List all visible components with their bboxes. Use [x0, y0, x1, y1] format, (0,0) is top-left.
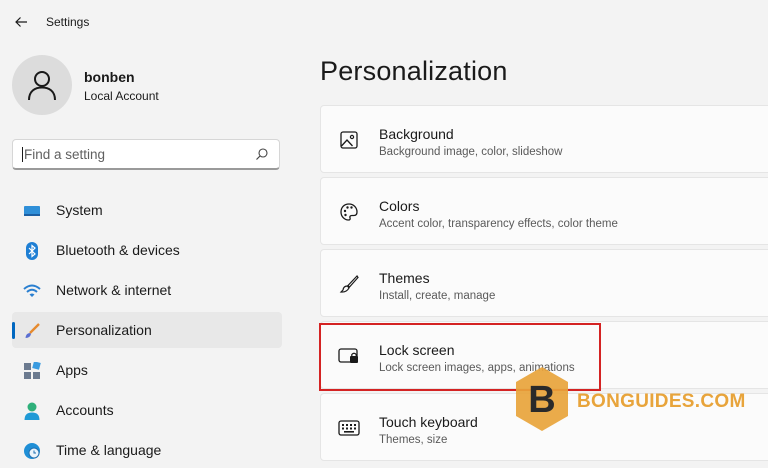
back-button[interactable]: [10, 11, 32, 33]
sidebar-item-label: Network & internet: [56, 282, 172, 298]
sidebar-item-network[interactable]: Network & internet: [12, 272, 282, 308]
watermark-text: BONGUIDES.COM: [577, 391, 746, 412]
sidebar-item-label: Personalization: [56, 322, 152, 338]
paintbrush-icon: [338, 273, 360, 295]
card-title: Touch keyboard: [379, 414, 478, 430]
keyboard-icon: [338, 417, 360, 439]
watermark-letter: B: [528, 379, 555, 421]
picture-icon: [338, 129, 360, 151]
card-subtitle: Install, create, manage: [379, 290, 496, 302]
sidebar-item-system[interactable]: System: [12, 192, 282, 228]
accounts-icon: [23, 402, 41, 420]
user-icon: [28, 71, 56, 101]
card-subtitle: Background image, color, slideshow: [379, 146, 563, 158]
wifi-icon: [23, 282, 41, 300]
page-title: Personalization: [320, 56, 508, 86]
account-type: Local Account: [84, 89, 159, 103]
watermark: B BONGUIDES.COM: [512, 365, 745, 435]
sidebar-item-label: System: [56, 202, 103, 218]
sidebar-item-personalization[interactable]: Personalization: [12, 312, 282, 348]
sidebar-item-label: Apps: [56, 362, 88, 378]
sidebar-item-apps[interactable]: Apps: [12, 352, 282, 388]
search-input[interactable]: [22, 146, 242, 162]
sidebar-item-accounts[interactable]: Accounts: [12, 392, 282, 428]
bluetooth-icon: [23, 242, 41, 260]
apps-icon: [23, 362, 41, 380]
watermark-logo: B: [516, 367, 568, 431]
user-name: bonben: [84, 69, 135, 85]
card-colors[interactable]: Colors Accent color, transparency effect…: [320, 177, 768, 245]
avatar: [12, 55, 72, 115]
sidebar-item-time-language[interactable]: Time & language: [12, 432, 282, 468]
app-title: Settings: [46, 15, 90, 29]
sidebar-item-label: Accounts: [56, 402, 114, 418]
globe-clock-icon: [23, 442, 41, 460]
card-subtitle: Accent color, transparency effects, colo…: [379, 218, 618, 230]
title-bar: Settings: [0, 0, 768, 44]
sidebar-item-bluetooth[interactable]: Bluetooth & devices: [12, 232, 282, 268]
card-subtitle: Themes, size: [379, 434, 448, 446]
sidebar-item-label: Time & language: [56, 442, 162, 458]
card-title: Themes: [379, 270, 430, 286]
card-title: Background: [379, 126, 454, 142]
sidebar-nav: System Bluetooth & devices Network & int…: [12, 192, 282, 468]
back-arrow-icon: [15, 17, 27, 27]
search-icon[interactable]: [255, 147, 269, 161]
sidebar-item-label: Bluetooth & devices: [56, 242, 180, 258]
card-themes[interactable]: Themes Install, create, manage: [320, 249, 768, 317]
card-background[interactable]: Background Background image, color, slid…: [320, 105, 768, 173]
search-box[interactable]: [12, 139, 280, 170]
lock-screen-icon: [338, 345, 360, 367]
user-profile[interactable]: bonben Local Account: [12, 55, 282, 115]
card-title: Colors: [379, 198, 420, 214]
brush-icon: [23, 322, 41, 340]
system-icon: [23, 202, 41, 220]
palette-icon: [338, 201, 360, 223]
card-title: Lock screen: [379, 342, 455, 358]
